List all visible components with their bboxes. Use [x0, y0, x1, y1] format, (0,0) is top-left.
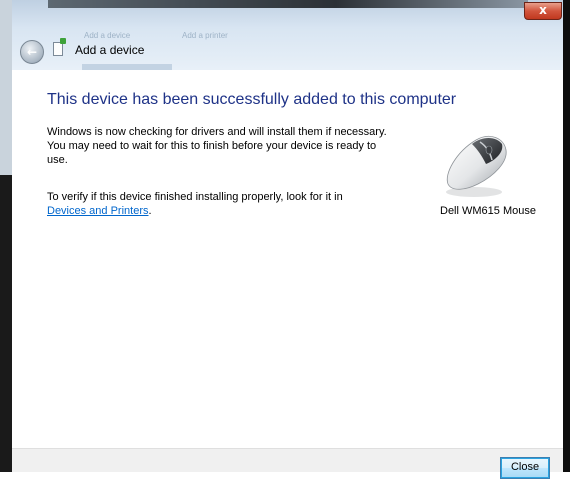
- verify-text: To verify if this device finished instal…: [47, 191, 343, 203]
- content-area: This device has been successfully added …: [12, 70, 563, 448]
- window-title: Add a device: [75, 43, 145, 57]
- ghost-label-add-printer: Add a printer: [182, 31, 228, 40]
- ghost-label-add-device: Add a device: [84, 31, 131, 40]
- back-arrow-icon: ←: [26, 45, 38, 59]
- back-button[interactable]: ←: [20, 40, 44, 64]
- verify-period: .: [148, 205, 152, 217]
- add-device-window: Add a device Add a printer x ← Add a dev…: [12, 0, 563, 479]
- mouse-device-icon: [446, 136, 507, 197]
- close-icon: x: [539, 3, 547, 17]
- verify-paragraph: To verify if this device finished instal…: [47, 190, 392, 218]
- screen-edge-right: [563, 0, 570, 472]
- close-button[interactable]: Close: [500, 457, 550, 479]
- page-heading: This device has been successfully added …: [47, 91, 457, 108]
- screen-edge-left: [0, 0, 12, 472]
- title-bar: Add a device Add a printer x ← Add a dev…: [12, 0, 563, 70]
- status-paragraph: Windows is now checking for drivers and …: [47, 126, 387, 166]
- background-window-strip: [48, 0, 528, 8]
- devices-and-printers-link[interactable]: Devices and Printers: [47, 205, 149, 217]
- close-window-button[interactable]: x: [524, 2, 562, 20]
- device-name-label: Dell WM615 Mouse: [440, 205, 536, 217]
- add-device-icon: [53, 38, 66, 56]
- dialog-footer: Close: [12, 448, 563, 479]
